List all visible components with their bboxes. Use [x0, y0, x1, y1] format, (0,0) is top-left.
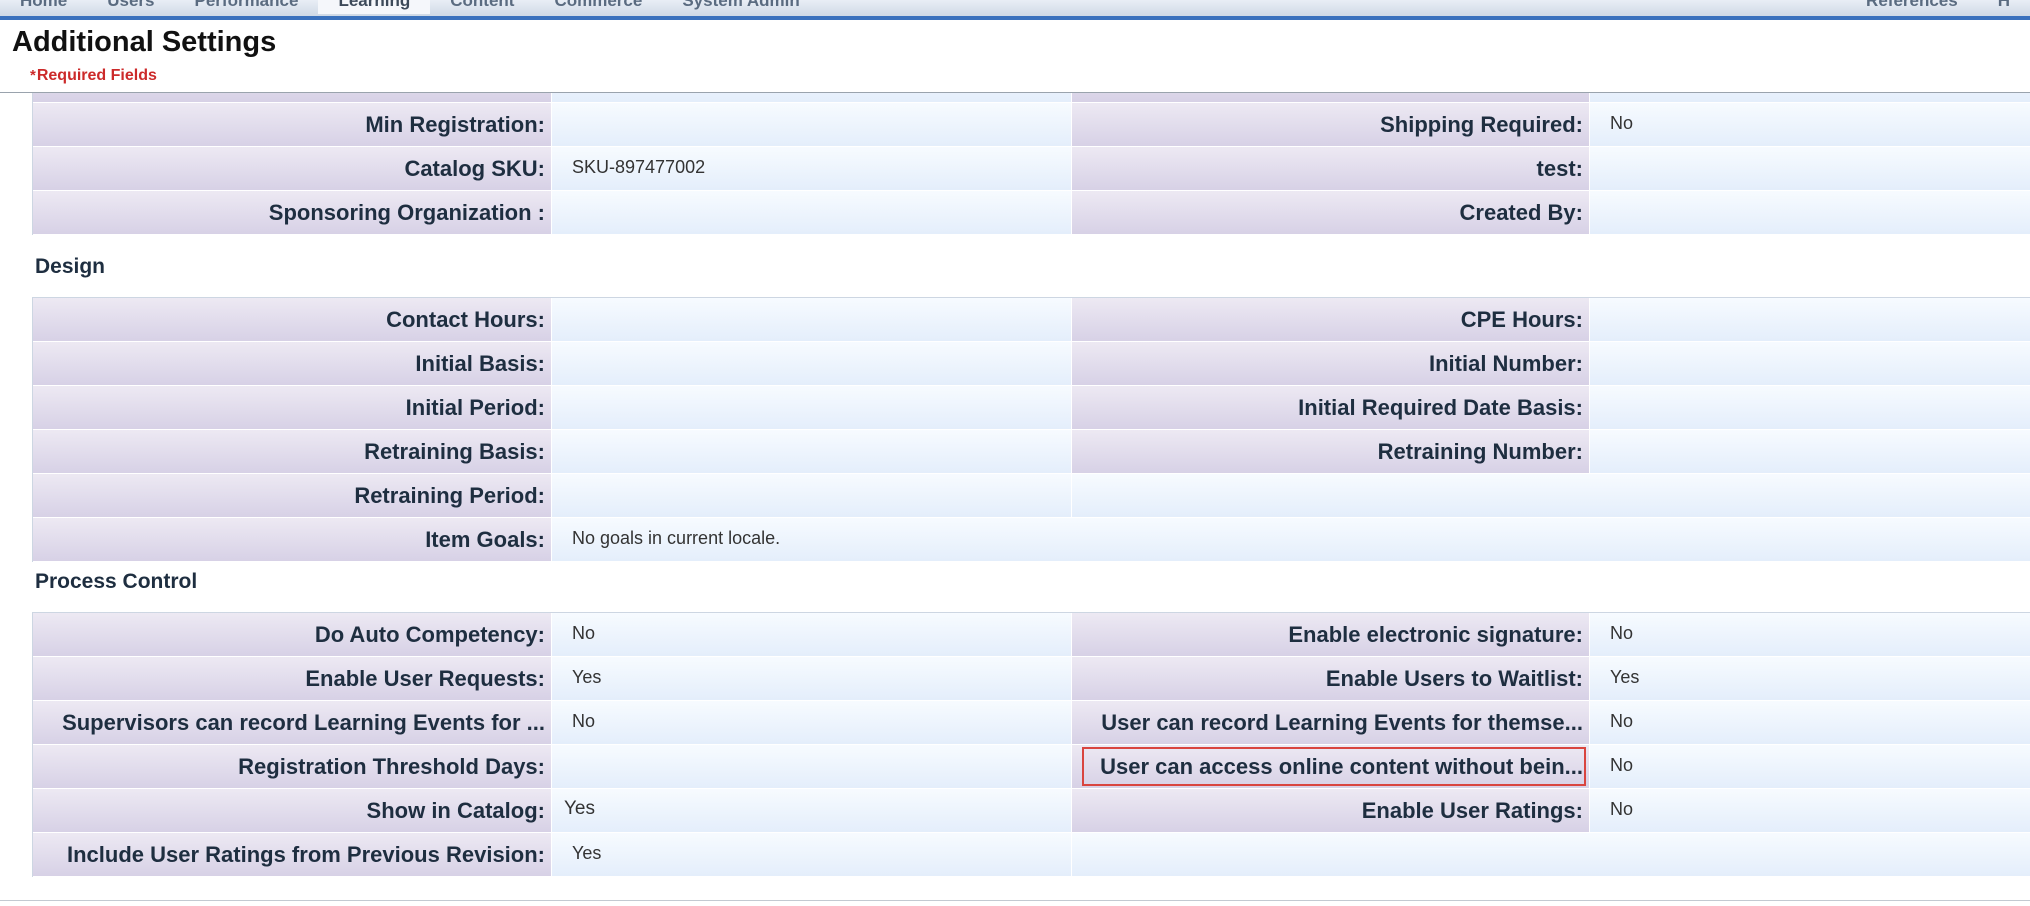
required-fields-text: Required Fields: [36, 67, 157, 84]
field-value: No goals in current locale.: [552, 518, 2030, 561]
field-value: [552, 342, 1072, 385]
field-value: [552, 745, 1072, 788]
field-value: Yes: [1590, 657, 2030, 700]
field-label: Enable User Ratings:: [1072, 789, 1590, 832]
field-label: Enable electronic signature:: [1072, 613, 1590, 656]
table-row: Sponsoring Organization : Created By:: [33, 191, 2030, 235]
field-label: Retraining Period:: [33, 474, 552, 517]
table-row: Min Registration: Shipping Required: No: [33, 103, 2030, 147]
field-label: User can record Learning Events for them…: [1072, 701, 1590, 744]
nav-tab-references[interactable]: References: [1846, 0, 1978, 14]
field-value: No: [1590, 103, 2030, 146]
table-row: Item Goals: No goals in current locale.: [33, 518, 2030, 562]
field-label: Retraining Basis:: [33, 430, 552, 473]
field-label: Initial Period:: [33, 386, 552, 429]
table-row: Retraining Period:: [33, 474, 2030, 518]
field-value: No: [552, 613, 1072, 656]
table-row: Include User Ratings from Previous Revis…: [33, 833, 2030, 877]
field-label: Do Auto Competency:: [33, 613, 552, 656]
field-value: [552, 430, 1072, 473]
field-value: [1590, 342, 2030, 385]
field-value: [1590, 191, 2030, 234]
empty-cell: [1072, 833, 2030, 876]
nav-tab-users[interactable]: Users: [87, 0, 174, 14]
field-value: [552, 386, 1072, 429]
field-label: Shipping Required:: [1072, 103, 1590, 146]
table-row: Supervisors can record Learning Events f…: [33, 701, 2030, 745]
process-control-table: Do Auto Competency: No Enable electronic…: [32, 612, 2030, 877]
empty-cell: [1072, 474, 2030, 517]
nav-tab-system-admin[interactable]: System Admin: [662, 0, 819, 14]
field-label: Retraining Number:: [1072, 430, 1590, 473]
field-label: Registration Threshold Days:: [33, 745, 552, 788]
field-label: Enable User Requests:: [33, 657, 552, 700]
section-title-design: Design: [35, 255, 106, 278]
section-title-process-control: Process Control: [35, 570, 198, 593]
field-label: Min Registration:: [33, 103, 552, 146]
nav-tab-content[interactable]: Content: [430, 0, 534, 14]
highlighted-field-label[interactable]: User can access online content without b…: [1072, 745, 1590, 788]
nav-tab-learning[interactable]: Learning: [318, 0, 431, 14]
field-label: test:: [1072, 147, 1590, 190]
field-value: Yes: [552, 789, 1072, 832]
field-value: [1590, 430, 2030, 473]
nav-right-tabs: References H: [1846, 0, 2030, 14]
table-row: Catalog SKU: SKU-897477002 test:: [33, 147, 2030, 191]
field-value: Yes: [552, 657, 1072, 700]
field-label: Initial Required Date Basis:: [1072, 386, 1590, 429]
field-value: [1590, 147, 2030, 190]
table-row: Contact Hours: CPE Hours:: [33, 298, 2030, 342]
field-value: No: [1590, 745, 2030, 788]
settings-content[interactable]: Length: Max Registration: Min Registrati…: [0, 72, 2030, 906]
field-value: [552, 103, 1072, 146]
table-row: Do Auto Competency: No Enable electronic…: [33, 613, 2030, 657]
field-value: [552, 298, 1072, 341]
field-label: Initial Number:: [1072, 342, 1590, 385]
table-row: Initial Period: Initial Required Date Ba…: [33, 386, 2030, 430]
general-settings-table: Length: Max Registration: Min Registrati…: [32, 72, 2030, 235]
nav-tab-help[interactable]: H: [1978, 0, 2030, 14]
field-label: Enable Users to Waitlist:: [1072, 657, 1590, 700]
field-label: Item Goals:: [33, 518, 552, 561]
field-value: No: [1590, 789, 2030, 832]
table-row: Registration Threshold Days: User can ac…: [33, 745, 2030, 789]
field-value: SKU-897477002: [552, 147, 1072, 190]
nav-tabs: Home Users Performance Learning Content …: [0, 0, 820, 14]
page-title: Additional Settings: [12, 26, 277, 58]
content-bottom-border: [0, 900, 2030, 901]
field-value: No: [1590, 613, 2030, 656]
field-value: [552, 191, 1072, 234]
top-navigation: Home Users Performance Learning Content …: [0, 0, 2030, 16]
field-value: [1590, 298, 2030, 341]
page-header: Additional Settings *Required Fields: [0, 20, 2030, 93]
field-label: Show in Catalog:: [33, 789, 552, 832]
nav-tab-performance[interactable]: Performance: [175, 0, 319, 14]
field-label: Created By:: [1072, 191, 1590, 234]
nav-tab-commerce[interactable]: Commerce: [534, 0, 662, 14]
field-value: No: [552, 701, 1072, 744]
field-label: Contact Hours:: [33, 298, 552, 341]
field-value: [1590, 386, 2030, 429]
table-row: Enable User Requests: Yes Enable Users t…: [33, 657, 2030, 701]
table-row: Retraining Basis: Retraining Number:: [33, 430, 2030, 474]
field-label: Initial Basis:: [33, 342, 552, 385]
field-value: [552, 474, 1072, 517]
required-fields-note: *Required Fields: [30, 67, 157, 85]
field-value: No: [1590, 701, 2030, 744]
required-asterisk: *: [30, 67, 36, 84]
field-value: Yes: [552, 833, 1072, 876]
field-label: Sponsoring Organization :: [33, 191, 552, 234]
field-label: Supervisors can record Learning Events f…: [33, 701, 552, 744]
field-label: Catalog SKU:: [33, 147, 552, 190]
nav-tab-home[interactable]: Home: [0, 0, 87, 14]
field-label: CPE Hours:: [1072, 298, 1590, 341]
table-row: Show in Catalog: Yes Enable User Ratings…: [33, 789, 2030, 833]
table-row: Initial Basis: Initial Number:: [33, 342, 2030, 386]
design-settings-table: Contact Hours: CPE Hours: Initial Basis:…: [32, 297, 2030, 562]
field-label: Include User Ratings from Previous Revis…: [33, 833, 552, 876]
